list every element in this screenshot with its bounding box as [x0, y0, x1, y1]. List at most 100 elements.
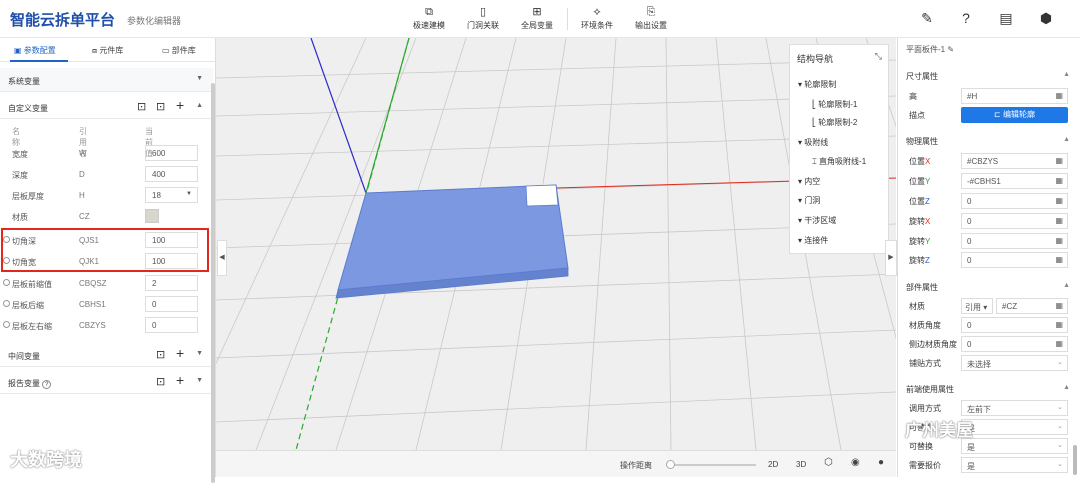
- chevron-down-icon: ⌄: [1057, 461, 1063, 468]
- prop-input[interactable]: 0 ▦: [961, 233, 1068, 249]
- mode-select[interactable]: 引用 ▾: [961, 298, 993, 314]
- list-item: 层板后缩 CBHS1 0: [0, 294, 213, 315]
- nav-item[interactable]: ▾ 轮廓限制: [798, 79, 836, 90]
- calculator-icon: ▦: [1055, 216, 1063, 225]
- collapse-right-button[interactable]: ▶: [885, 240, 897, 276]
- eye-icon[interactable]: ◉: [851, 457, 860, 468]
- section-physical[interactable]: 物理属性 ▲: [898, 131, 1076, 149]
- list-item: 宽度 W 600: [0, 143, 213, 164]
- tab-components[interactable]: ⧈ 元件库: [92, 45, 123, 56]
- add-icon[interactable]: +: [176, 345, 184, 361]
- tool-label: 环境条件: [581, 21, 613, 30]
- prop-input[interactable]: 0 ▦: [961, 252, 1068, 268]
- distance-slider[interactable]: [666, 464, 756, 466]
- nav-item[interactable]: ⎣ 轮廓限制-2: [812, 117, 857, 128]
- section-system-vars[interactable]: 系统变量 ▼: [0, 68, 213, 92]
- viewport-3d[interactable]: 结构导航 ⤡ ▾ 轮廓限制 ⎣ 轮廓限制-1 ⎣ 轮廓限制-2 ▾ 吸附线 ⌶ …: [216, 38, 896, 450]
- value-input[interactable]: 2: [145, 275, 198, 291]
- view-3d-button[interactable]: 3D: [796, 460, 806, 469]
- chevron-up-icon: ▲: [1063, 136, 1070, 143]
- section-front[interactable]: 前端使用属性 ▲: [898, 379, 1076, 397]
- tool-global-vars[interactable]: ⊞ 全局变量: [512, 5, 562, 31]
- section-middle-vars[interactable]: 中间变量 ⊡ + ▼: [0, 343, 213, 367]
- cube-view-icon[interactable]: ⬡: [824, 457, 833, 468]
- radio-icon[interactable]: [3, 279, 10, 286]
- highlight-box: [1, 228, 209, 272]
- section-title: 自定义变量: [8, 104, 48, 113]
- material-swatch[interactable]: [145, 209, 159, 223]
- nav-item[interactable]: ⎣ 轮廓限制-1: [812, 99, 857, 110]
- prop-input[interactable]: 0 ▦: [961, 193, 1068, 209]
- tool-env-conditions[interactable]: ⟡ 环境条件: [572, 5, 622, 31]
- tab-parts[interactable]: ▭ 部件库: [162, 45, 196, 56]
- prop-input[interactable]: 0 ▦: [961, 213, 1068, 229]
- calculator-icon: ▦: [1055, 196, 1063, 205]
- value-input[interactable]: 400: [145, 166, 198, 182]
- import-icon[interactable]: ⊡: [137, 100, 146, 113]
- nav-item[interactable]: ▾ 门洞: [798, 195, 820, 206]
- prop-select[interactable]: 左前下 ⌄: [961, 400, 1068, 416]
- radio-icon[interactable]: [3, 300, 10, 307]
- collapse-icon[interactable]: ⤡: [875, 51, 882, 62]
- prop-input[interactable]: -#CBHS1 ▦: [961, 173, 1068, 189]
- import-icon[interactable]: ⊡: [156, 375, 165, 388]
- collapse-left-button[interactable]: ◀: [217, 240, 227, 276]
- calculator-icon: ▦: [1055, 339, 1063, 348]
- nav-item[interactable]: ▾ 连接件: [798, 235, 828, 246]
- prop-select[interactable]: 是 ⌄: [961, 419, 1068, 435]
- tab-params[interactable]: ▣ 参数配置: [14, 45, 56, 56]
- watermark-right: 广州美屋: [905, 421, 973, 440]
- section-component[interactable]: 部件属性 ▲: [898, 277, 1076, 295]
- prop-input[interactable]: 0 ▦: [961, 317, 1068, 333]
- prop-row: 旋转Y 0 ▦: [898, 231, 1076, 251]
- axis-y-line-solid: [365, 38, 410, 194]
- prop-input[interactable]: #H ▦: [961, 88, 1068, 104]
- help-icon[interactable]: ?: [957, 9, 975, 27]
- add-icon[interactable]: +: [176, 372, 184, 388]
- tool-label: 全局变量: [521, 21, 553, 30]
- prop-input[interactable]: 0 ▦: [961, 336, 1068, 352]
- section-custom-vars[interactable]: 自定义变量 ⊡ ⊡ + ▲: [0, 95, 213, 119]
- slider-knob[interactable]: [666, 460, 675, 469]
- tool-quick-model[interactable]: ⧉ 极速建模: [404, 5, 454, 31]
- prop-input[interactable]: #CBZYS ▦: [961, 153, 1068, 169]
- nav-item[interactable]: ⌶ 直角吸附线-1: [812, 156, 866, 167]
- prop-input[interactable]: #CZ ▦: [996, 298, 1068, 314]
- view-2d-button[interactable]: 2D: [768, 460, 778, 469]
- chevron-up-icon: ▲: [1063, 71, 1070, 78]
- right-scrollbar[interactable]: [1073, 445, 1077, 475]
- calculator-icon: ▦: [1055, 320, 1063, 329]
- prop-row: 旋转X 0 ▦: [898, 211, 1076, 231]
- board-notch: [525, 184, 559, 207]
- settings-icon[interactable]: ⬢: [1037, 9, 1055, 27]
- prop-select[interactable]: 是 ⌄: [961, 457, 1068, 473]
- radio-icon[interactable]: [3, 321, 10, 328]
- nav-item[interactable]: ▾ 内空: [798, 176, 820, 187]
- chevron-down-icon: ▼: [186, 191, 192, 197]
- calculator-icon: ▦: [1055, 156, 1063, 165]
- panel-title: 平面板件-1 ✎: [906, 45, 955, 54]
- prop-row: 位置X #CBZYS ▦: [898, 151, 1076, 171]
- info-icon[interactable]: ●: [878, 457, 884, 468]
- section-size[interactable]: 尺寸属性 ▲: [898, 66, 1076, 84]
- import-icon[interactable]: ⊡: [156, 348, 165, 361]
- section-report-vars[interactable]: 报告变量 ? ⊡ + ▼: [0, 370, 213, 394]
- value-select[interactable]: 18 ▼: [145, 187, 198, 203]
- value-input[interactable]: 0: [145, 317, 198, 333]
- nav-item[interactable]: ▾ 吸附线: [798, 137, 828, 148]
- prop-select[interactable]: 未选择 ⌄: [961, 355, 1068, 371]
- value-input[interactable]: 600: [145, 145, 198, 161]
- add-icon[interactable]: +: [176, 97, 184, 113]
- prop-select[interactable]: 是 ⌄: [961, 438, 1068, 454]
- tool-output-settings[interactable]: ⎘ 输出设置: [626, 5, 676, 31]
- left-scrollbar[interactable]: [211, 83, 215, 483]
- value-input[interactable]: 0: [145, 296, 198, 312]
- nav-item[interactable]: ▾ 干涉区域: [798, 215, 836, 226]
- edit-contour-button[interactable]: ⊏ 编辑轮廓: [961, 107, 1068, 123]
- export-icon[interactable]: ⊡: [156, 100, 165, 113]
- tool-door-link[interactable]: ▯ 门洞关联: [458, 5, 508, 31]
- pencil-icon[interactable]: ✎: [918, 9, 936, 27]
- document-icon[interactable]: ▤: [997, 9, 1015, 27]
- tool-label: 极速建模: [413, 21, 445, 30]
- prop-row: 侧边材质角度 0 ▦: [898, 334, 1076, 354]
